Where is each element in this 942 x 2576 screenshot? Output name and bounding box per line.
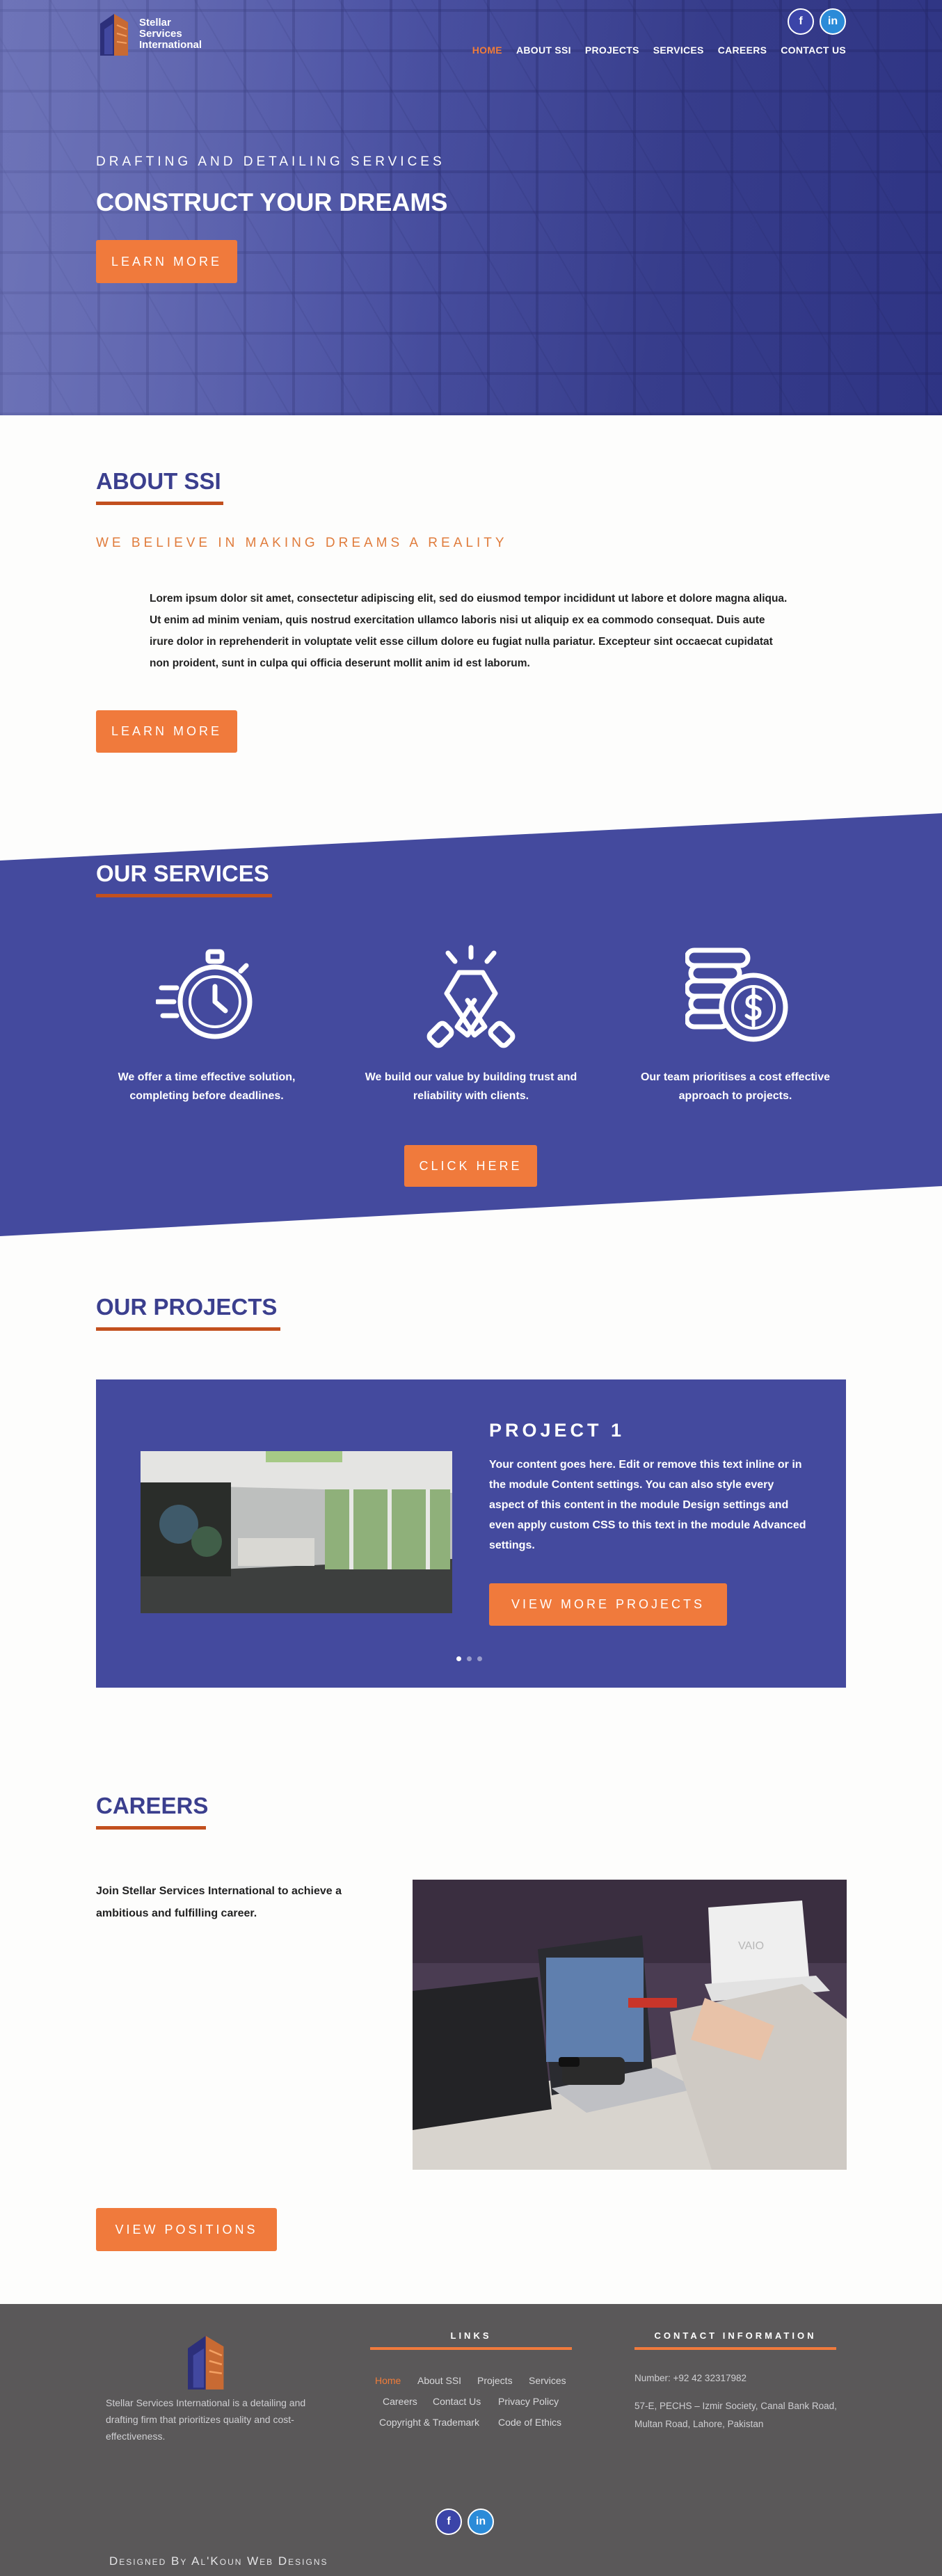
site-logo[interactable]: Stellar Services International — [96, 10, 202, 58]
about-body-text: Lorem ipsum dolor sit amet, consectetur … — [150, 593, 788, 669]
footer-links-heading: LINKS — [450, 2330, 492, 2341]
footer-link-privacy[interactable]: Privacy Policy — [498, 2396, 559, 2407]
project-slider: PROJECT 1 Your content goes here. Edit o… — [96, 1379, 846, 1688]
brand-name: Stellar Services International — [139, 17, 202, 51]
services-heading: OUR SERVICES — [96, 861, 269, 886]
footer-about-text: Stellar Services International is a deta… — [106, 2397, 306, 2442]
main-navigation: HOME ABOUT SSI PROJECTS SERVICES CAREERS… — [472, 45, 846, 56]
nav-item-services[interactable]: SERVICES — [653, 45, 704, 56]
linkedin-icon[interactable]: in — [820, 8, 846, 35]
careers-heading: CAREERS — [96, 1793, 209, 1818]
footer-link-home[interactable]: Home — [375, 2375, 401, 2386]
slider-dot[interactable] — [456, 1656, 461, 1661]
footer-contact-underline — [634, 2347, 836, 2350]
careers-heading-underline — [96, 1826, 206, 1830]
stopwatch-icon — [156, 949, 253, 1039]
nav-item-about[interactable]: ABOUT SSI — [516, 45, 571, 56]
footer-links-underline — [370, 2347, 572, 2350]
footer-phone: Number: +92 42 32317982 — [634, 2373, 747, 2383]
footer-link-contact[interactable]: Contact Us — [433, 2396, 481, 2407]
site-footer: Stellar Services International is a deta… — [0, 2304, 942, 2576]
about-subheading: WE BELIEVE IN MAKING DREAMS A REALITY — [96, 536, 508, 550]
services-heading-underline — [96, 894, 272, 897]
service-text-trust: We build our value by building trust and… — [365, 1071, 577, 1102]
hero-section: Stellar Services International f in HOME… — [0, 0, 942, 415]
services-click-here-button[interactable]: CLICK HERE — [404, 1145, 537, 1187]
laptop-brand-label: VAIO — [738, 1940, 764, 1952]
brand-line-3: International — [139, 39, 202, 51]
about-learn-more-button[interactable]: LEARN MORE — [96, 710, 237, 753]
coins-icon — [685, 947, 788, 1042]
projects-heading-underline — [96, 1327, 280, 1331]
footer-building-logo-icon — [188, 2335, 224, 2390]
building-logo-icon — [100, 14, 128, 56]
footer-social-links: f in — [436, 2509, 494, 2535]
projects-heading: OUR PROJECTS — [96, 1294, 278, 1320]
careers-text: Join Stellar Services International to a… — [96, 1885, 342, 1919]
brand-line-1: Stellar — [139, 17, 171, 29]
facebook-icon[interactable]: f — [788, 8, 814, 35]
about-heading: ABOUT SSI — [96, 468, 221, 494]
view-positions-button[interactable]: VIEW POSITIONS — [96, 2208, 277, 2251]
hero-title: CONSTRUCT YOUR DREAMS — [96, 188, 448, 216]
nav-item-careers[interactable]: CAREERS — [718, 45, 767, 56]
designer-credit[interactable]: Designed By Al'Koun Web Designs — [109, 2554, 328, 2568]
footer-link-copyright[interactable]: Copyright & Trademark — [379, 2417, 479, 2428]
slider-dot[interactable] — [477, 1656, 482, 1661]
footer-facebook-icon[interactable]: f — [436, 2509, 462, 2535]
hero-learn-more-button[interactable]: LEARN MORE — [96, 240, 237, 283]
project-interior-image — [141, 1451, 452, 1613]
view-more-projects-button[interactable]: VIEW MORE PROJECTS — [489, 1583, 727, 1626]
footer-link-projects[interactable]: Projects — [477, 2375, 513, 2386]
office-laptops-image: VAIO — [413, 1880, 847, 2170]
footer-contact-heading: CONTACT INFORMATION — [654, 2330, 817, 2341]
slider-dot[interactable] — [467, 1656, 472, 1661]
service-text-time: We offer a time effective solution, comp… — [118, 1071, 296, 1102]
service-text-cost: Our team prioritises a cost effective ap… — [640, 1071, 831, 1102]
handshake-icon — [426, 945, 516, 1048]
hero-kicker: DRAFTING AND DETAILING SERVICES — [96, 154, 445, 169]
nav-item-home[interactable]: HOME — [472, 45, 502, 56]
brand-line-2: Services — [139, 28, 182, 40]
project-slide-text: Your content goes here. Edit or remove t… — [489, 1459, 806, 1551]
footer-link-careers[interactable]: Careers — [383, 2396, 417, 2407]
about-heading-underline — [96, 502, 223, 505]
nav-item-projects[interactable]: PROJECTS — [585, 45, 639, 56]
footer-link-about[interactable]: About SSI — [417, 2375, 461, 2386]
footer-linkedin-icon[interactable]: in — [468, 2509, 494, 2535]
footer-link-services[interactable]: Services — [529, 2375, 566, 2386]
header-social-links: f in — [788, 8, 846, 35]
project-slide-title: PROJECT 1 — [489, 1420, 625, 1441]
nav-item-contact[interactable]: CONTACT US — [781, 45, 846, 56]
slider-pagination — [456, 1656, 482, 1661]
footer-address: 57-E, PECHS – Izmir Society, Canal Bank … — [634, 2401, 837, 2429]
footer-link-ethics[interactable]: Code of Ethics — [498, 2417, 561, 2428]
